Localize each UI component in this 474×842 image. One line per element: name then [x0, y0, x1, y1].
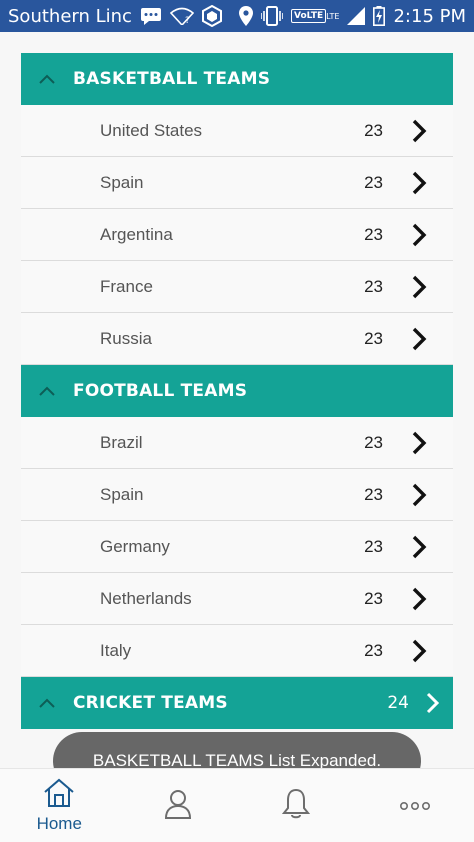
message-icon: [140, 7, 162, 25]
nav-profile[interactable]: [119, 769, 238, 842]
signal-icon: [347, 7, 366, 25]
nav-home-label: Home: [36, 813, 82, 833]
home-icon: [43, 778, 75, 812]
team-count: 23: [364, 588, 383, 608]
group-count: 24: [387, 693, 409, 713]
chevron-up-icon: [21, 386, 73, 396]
team-name: Italy: [100, 640, 132, 660]
list-item[interactable]: Brazil 23: [21, 417, 453, 469]
list-item[interactable]: Netherlands 23: [21, 573, 453, 625]
group-header-football[interactable]: FOOTBALL TEAMS: [21, 365, 453, 417]
team-count: 23: [364, 640, 383, 660]
team-count: 23: [364, 276, 383, 296]
group-header-basketball[interactable]: BASKETBALL TEAMS: [21, 53, 453, 105]
list-item[interactable]: France 23: [21, 261, 453, 313]
group-title: BASKETBALL TEAMS: [73, 69, 271, 89]
bottom-nav: Home: [0, 768, 474, 842]
list-item[interactable]: United States 23: [21, 105, 453, 157]
list-item[interactable]: Italy 23: [21, 625, 453, 677]
nav-more[interactable]: [356, 769, 474, 842]
chevron-right-icon[interactable]: [425, 691, 441, 719]
list-item[interactable]: Germany 23: [21, 521, 453, 573]
team-name: France: [100, 276, 153, 296]
team-name: Russia: [100, 328, 152, 348]
team-count: 23: [364, 224, 383, 244]
location-icon: [238, 6, 253, 26]
status-bar: Southern Linc ? VoLTE LTE 2:15 PM: [0, 0, 474, 32]
bell-icon: [282, 788, 311, 824]
chevron-right-icon[interactable]: [410, 170, 428, 200]
wifi-question-icon: ?: [169, 7, 194, 25]
list-item[interactable]: Russia 23: [21, 313, 453, 365]
team-name: Brazil: [100, 432, 143, 452]
hexagon-app-icon: [201, 5, 222, 27]
list-item[interactable]: Spain 23: [21, 157, 453, 209]
team-name: Spain: [100, 484, 144, 504]
chevron-right-icon[interactable]: [410, 118, 428, 148]
more-icon: [399, 796, 430, 815]
main-content: BASKETBALL TEAMS United States 23 Spain …: [0, 32, 474, 768]
chevron-right-icon[interactable]: [410, 638, 428, 668]
chevron-right-icon[interactable]: [410, 274, 428, 304]
team-name: Germany: [100, 536, 170, 556]
battery-charging-icon: [373, 6, 386, 26]
team-list: BASKETBALL TEAMS United States 23 Spain …: [21, 53, 453, 729]
volte-icon: VoLTE LTE: [290, 9, 339, 23]
chevron-up-icon: [21, 698, 73, 708]
toast-message: BASKETBALL TEAMS List Expanded.: [53, 732, 421, 768]
chevron-right-icon[interactable]: [410, 222, 428, 252]
chevron-right-icon[interactable]: [410, 586, 428, 616]
list-item[interactable]: Argentina 23: [21, 209, 453, 261]
chevron-right-icon[interactable]: [410, 326, 428, 356]
chevron-up-icon: [21, 74, 73, 84]
team-count: 23: [364, 328, 383, 348]
clock: 2:15 PM: [393, 5, 466, 27]
chevron-right-icon[interactable]: [410, 482, 428, 512]
nav-home[interactable]: Home: [0, 769, 119, 842]
team-name: United States: [100, 120, 203, 140]
team-count: 23: [364, 484, 383, 504]
group-title: CRICKET TEAMS: [73, 693, 228, 713]
list-item[interactable]: Spain 23: [21, 469, 453, 521]
profile-icon: [164, 789, 192, 823]
team-count: 23: [364, 120, 383, 140]
svg-text:?: ?: [185, 16, 190, 25]
chevron-right-icon[interactable]: [410, 430, 428, 460]
chevron-right-icon[interactable]: [410, 534, 428, 564]
team-count: 23: [364, 172, 383, 192]
nav-notifications[interactable]: [237, 769, 356, 842]
team-count: 23: [364, 536, 383, 556]
group-title: FOOTBALL TEAMS: [73, 381, 248, 401]
vibrate-icon: [260, 6, 283, 26]
carrier-name: Southern Linc: [8, 5, 132, 27]
team-name: Spain: [100, 172, 144, 192]
group-header-cricket[interactable]: CRICKET TEAMS 24: [21, 677, 453, 729]
team-count: 23: [364, 432, 383, 452]
team-name: Argentina: [100, 224, 173, 244]
team-name: Netherlands: [100, 588, 192, 608]
